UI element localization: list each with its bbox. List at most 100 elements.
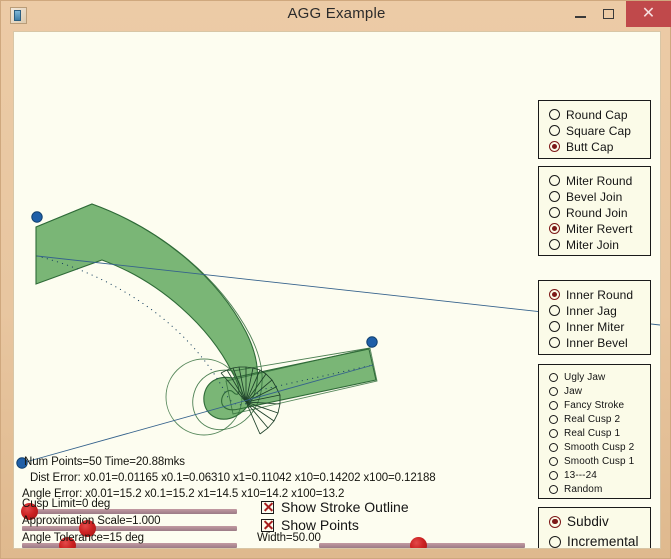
radio-real-cusp-2[interactable]: Real Cusp 2 (549, 412, 620, 427)
radio-group-cap: Round Cap Square Cap Butt Cap (538, 100, 651, 159)
radio-label: Ugly Jaw (564, 372, 606, 383)
radio-smooth-cusp-2[interactable]: Smooth Cusp 2 (549, 440, 634, 455)
radio-label: Real Cusp 2 (564, 414, 621, 425)
radio-dot-icon[interactable] (549, 485, 558, 494)
radio-label: Jaw (564, 386, 583, 397)
radio-label: Inner Round (566, 287, 634, 302)
radio-dot-icon[interactable] (549, 457, 558, 466)
radio-label: Smooth Cusp 1 (564, 456, 635, 467)
slider-label: Cusp Limit=0 deg (22, 498, 111, 510)
radio-dot-icon[interactable] (549, 443, 558, 452)
radio-dot-icon[interactable] (549, 321, 560, 332)
slider-knob[interactable] (410, 537, 427, 548)
radio-miter-revert[interactable]: Miter Revert (549, 221, 633, 236)
radio-dot-icon[interactable] (549, 239, 560, 250)
title-bar[interactable]: AGG Example ✕ (1, 1, 671, 30)
radio-real-cusp-1[interactable]: Real Cusp 1 (549, 426, 620, 441)
client-area: Num Points=50 Time=20.88mks Dist Error: … (13, 31, 661, 549)
radio-random[interactable]: Random (549, 482, 602, 497)
radio-label: Square Cap (566, 123, 632, 138)
radio-bevel-join[interactable]: Bevel Join (549, 189, 622, 204)
window-frame: AGG Example ✕ Num Points=50 Time=20.88mk… (0, 0, 671, 559)
slider-label: Approximation Scale=1.000 (22, 515, 161, 527)
radio-dot-icon[interactable] (549, 471, 558, 480)
stroke-outline-shape (35, 203, 378, 436)
checkbox-show-points[interactable]: Show Points (261, 517, 359, 533)
radio-label: Real Cusp 1 (564, 428, 621, 439)
radio-dot-icon[interactable] (549, 109, 560, 120)
radio-incremental[interactable]: Incremental (549, 534, 639, 549)
radio-round-join[interactable]: Round Join (549, 205, 628, 220)
checkbox-mark-icon[interactable] (261, 500, 274, 514)
checkbox-label: Show Points (281, 517, 359, 533)
radio-group-inner: Inner Round Inner Jag Inner Miter Inner … (538, 280, 651, 355)
radio-dot-icon[interactable] (549, 535, 561, 548)
radio-label: Random (564, 484, 603, 495)
radio-ugly-jaw[interactable]: Ugly Jaw (549, 370, 605, 385)
radio-dot-icon[interactable] (549, 207, 560, 218)
radio-label: Miter Join (566, 237, 620, 252)
radio-label: Fancy Stroke (564, 400, 625, 411)
radio-dot-icon[interactable] (549, 429, 558, 438)
close-icon: ✕ (641, 5, 656, 22)
slider-width[interactable]: Width=50.00 (257, 532, 525, 548)
radio-square-cap[interactable]: Square Cap (549, 123, 631, 138)
app-root: AGG Example ✕ Num Points=50 Time=20.88mk… (0, 0, 671, 559)
radio-group-mode: Subdiv Incremental (538, 507, 651, 549)
radio-fancy-stroke[interactable]: Fancy Stroke (549, 398, 624, 413)
maximize-button[interactable] (591, 1, 625, 27)
radio-13-24[interactable]: 13---24 (549, 468, 597, 483)
radio-round-cap[interactable]: Round Cap (549, 107, 628, 122)
radio-label: Inner Miter (566, 319, 625, 334)
slider-label: Width=50.00 (257, 532, 321, 544)
checkbox-label: Show Stroke Outline (281, 499, 409, 515)
radio-label: Incremental (567, 534, 639, 549)
radio-miter-join[interactable]: Miter Join (549, 237, 619, 252)
radio-group-preset: Ugly Jaw Jaw Fancy Stroke Real Cusp 2 Re… (538, 364, 651, 499)
radio-dot-icon[interactable] (549, 125, 560, 136)
slider-cusp-limit[interactable]: Cusp Limit=0 deg (21, 498, 237, 520)
tangent-line-left (21, 364, 374, 464)
radio-dot-icon[interactable] (549, 337, 560, 348)
radio-label: Round Cap (566, 107, 628, 122)
control-point-1 (31, 211, 43, 223)
radio-label: Round Join (566, 205, 628, 220)
radio-dot-icon[interactable] (549, 175, 560, 186)
radio-dot-icon[interactable] (549, 415, 558, 424)
status-dist-error: Dist Error: x0.01=0.01165 x0.1=0.06310 x… (30, 472, 436, 484)
radio-label: Smooth Cusp 2 (564, 442, 635, 453)
slider-angle-tolerance[interactable]: Angle Tolerance=15 deg (22, 532, 237, 548)
radio-label: 13---24 (564, 470, 597, 481)
radio-butt-cap[interactable]: Butt Cap (549, 139, 614, 154)
radio-inner-bevel[interactable]: Inner Bevel (549, 335, 628, 350)
radio-label: Inner Jag (566, 303, 617, 318)
radio-dot-icon[interactable] (549, 387, 558, 396)
radio-dot-icon[interactable] (549, 305, 560, 316)
radio-label: Subdiv (567, 514, 609, 529)
checkbox-mark-icon[interactable] (261, 518, 274, 532)
radio-miter-round[interactable]: Miter Round (549, 173, 632, 188)
radio-dot-icon[interactable] (549, 191, 560, 202)
radio-jaw[interactable]: Jaw (549, 384, 582, 399)
radio-inner-round[interactable]: Inner Round (549, 287, 633, 302)
thick-stroke-band (35, 203, 377, 420)
slider-approximation-scale[interactable]: Approximation Scale=1.000 (22, 515, 237, 537)
radio-inner-miter[interactable]: Inner Miter (549, 319, 624, 334)
radio-subdiv[interactable]: Subdiv (549, 514, 609, 529)
close-button[interactable]: ✕ (626, 1, 671, 27)
control-point-2 (366, 336, 378, 348)
maximize-icon (602, 9, 614, 19)
radio-label: Inner Bevel (566, 335, 628, 350)
minimize-icon (574, 16, 586, 18)
radio-inner-jag[interactable]: Inner Jag (549, 303, 617, 318)
radio-dot-icon[interactable] (549, 401, 558, 410)
checkbox-show-stroke-outline[interactable]: Show Stroke Outline (261, 499, 409, 515)
radio-group-join: Miter Round Bevel Join Round Join Miter … (538, 166, 651, 256)
radio-dot-icon[interactable] (549, 223, 560, 234)
radio-dot-icon[interactable] (549, 515, 561, 528)
radio-dot-icon[interactable] (549, 289, 560, 300)
radio-smooth-cusp-1[interactable]: Smooth Cusp 1 (549, 454, 634, 469)
radio-dot-icon[interactable] (549, 373, 558, 382)
radio-label: Miter Round (566, 173, 633, 188)
radio-dot-icon[interactable] (549, 141, 560, 152)
